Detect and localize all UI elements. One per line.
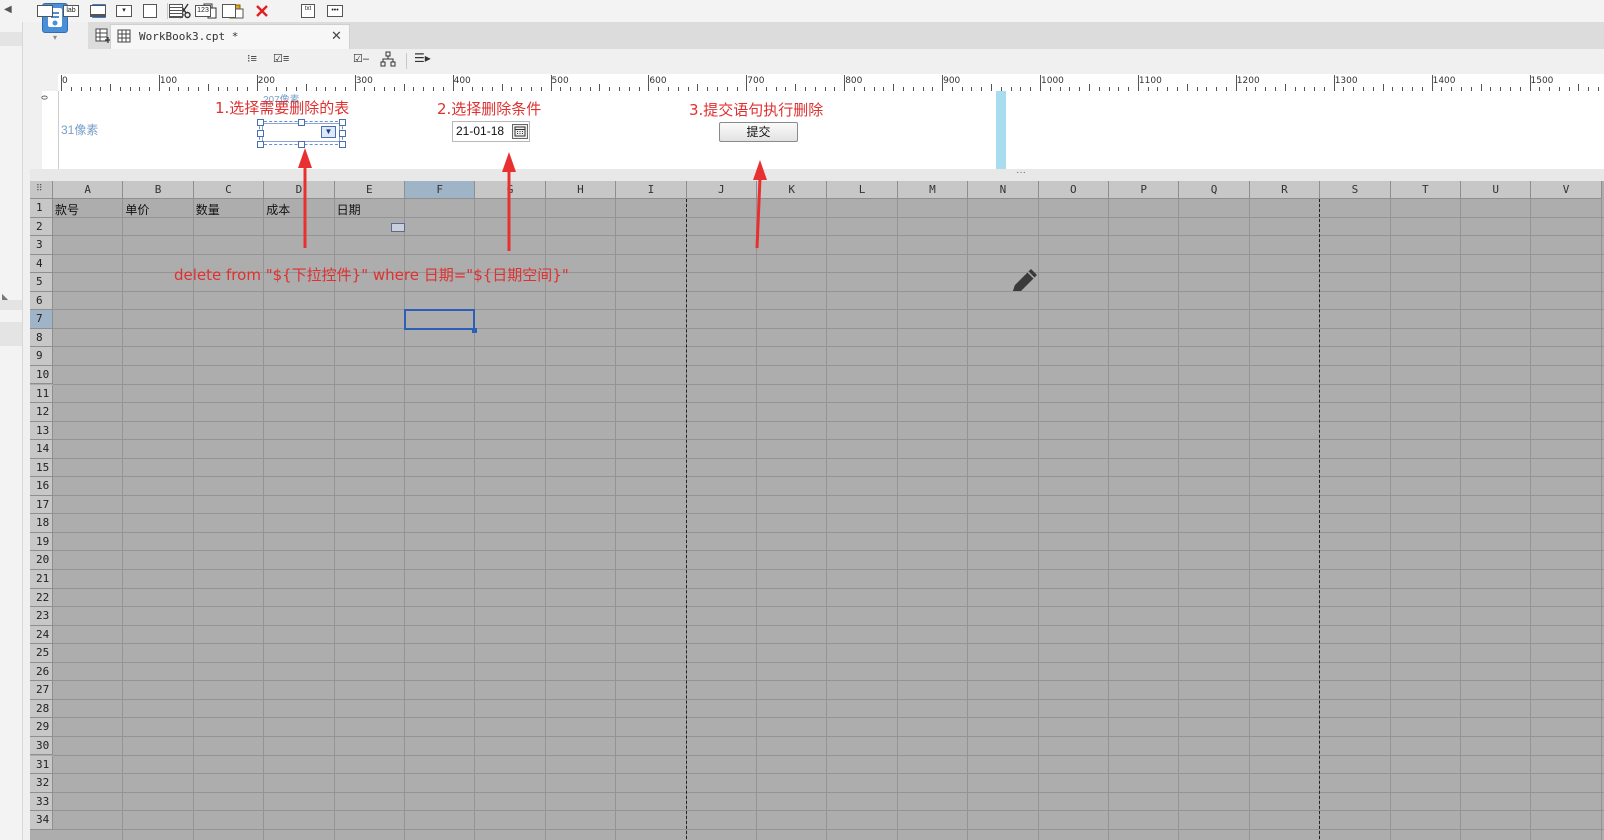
annotation-step3: 3.提交语句执行删除 xyxy=(689,101,824,119)
annotation-step1: 1.选择需要删除的表 xyxy=(215,99,350,117)
pencil-icon xyxy=(1007,265,1041,302)
annotation-arrows xyxy=(298,148,767,251)
annotation-step2: 2.选择删除条件 xyxy=(437,100,542,118)
annotation-sql: delete from "${下拉控件}" where 日期="${日期空间}" xyxy=(174,266,569,284)
